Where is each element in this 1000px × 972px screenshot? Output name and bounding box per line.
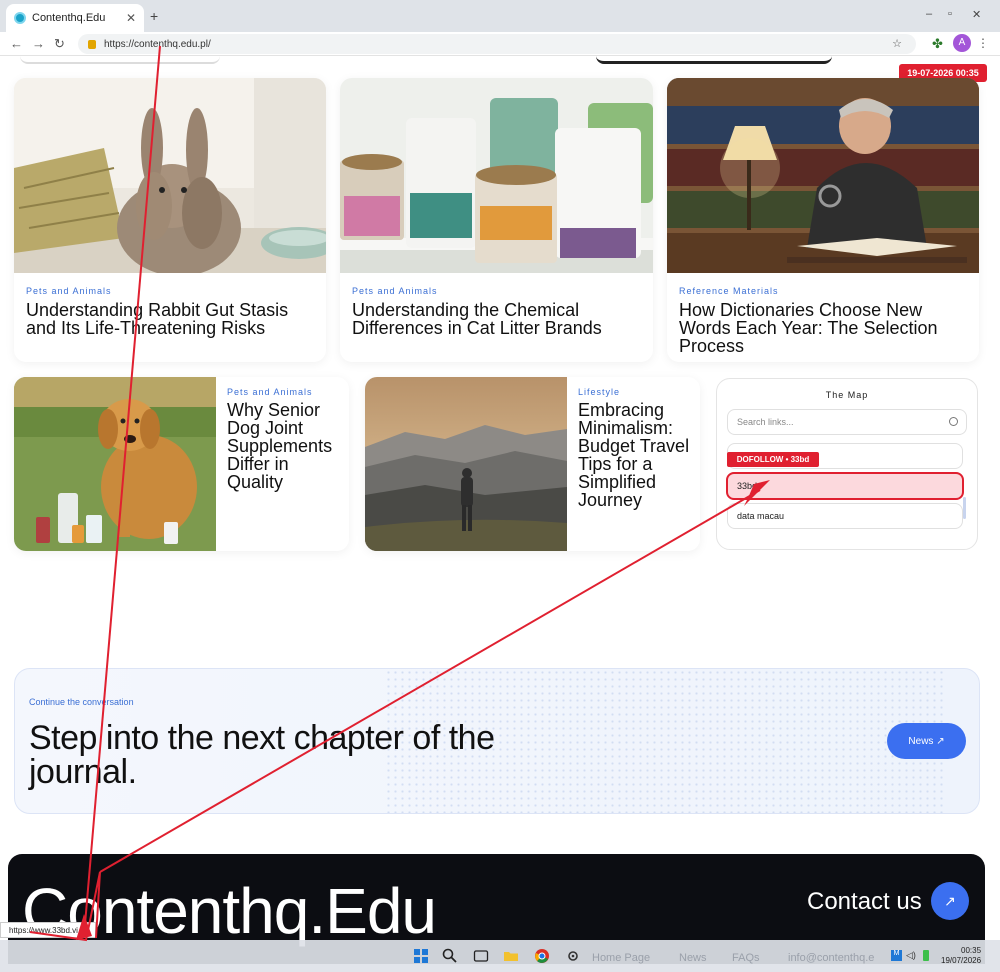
- card-text: Pets and Animals Why Senior Dog Joint Su…: [227, 387, 339, 491]
- browser-tab-bar: Contenthq.Edu ✕ + – ▫ ✕: [0, 0, 1000, 32]
- contact-arrow-icon[interactable]: ↗: [931, 882, 969, 920]
- cta-kicker: Continue the conversation: [29, 697, 134, 707]
- card-text: Pets and Animals Understanding Rabbit Gu…: [26, 286, 314, 337]
- file-explorer-icon[interactable]: [503, 948, 519, 964]
- close-window-button[interactable]: ✕: [972, 8, 981, 21]
- search-icon[interactable]: [949, 417, 958, 426]
- contact-us-link[interactable]: Contact us: [807, 888, 922, 916]
- minimize-button[interactable]: –: [926, 8, 932, 20]
- golden-retriever-image: [14, 377, 216, 551]
- url-bar[interactable]: https://contenthq.edu.pl/ ☆: [78, 34, 916, 54]
- card-category[interactable]: Pets and Animals: [227, 387, 339, 397]
- previous-card-edge: [20, 56, 220, 64]
- lock-icon: [88, 39, 96, 49]
- card-category[interactable]: Pets and Animals: [26, 286, 314, 296]
- card-text: Pets and Animals Understanding the Chemi…: [352, 286, 641, 337]
- rabbit-image: [14, 78, 326, 273]
- bookmark-star-icon[interactable]: ☆: [892, 37, 902, 50]
- map-search-input[interactable]: Search links...: [727, 409, 967, 435]
- cta-section: Continue the conversation Step into the …: [14, 668, 980, 814]
- footer-nav-faqs[interactable]: FAQs: [732, 952, 760, 964]
- article-card-rabbit[interactable]: Pets and Animals Understanding Rabbit Gu…: [14, 78, 326, 362]
- system-clock[interactable]: 00:35 19/07/2026: [941, 946, 981, 966]
- mountain-hiker-image: [365, 377, 567, 551]
- library-reading-image: [667, 78, 979, 273]
- extension-puzzle-icon[interactable]: ✤: [932, 36, 943, 52]
- url-text: https://contenthq.edu.pl/: [104, 38, 211, 50]
- clock-time: 00:35: [961, 946, 982, 955]
- site-favicon-icon: [14, 12, 26, 24]
- map-link-item[interactable]: data macau: [727, 503, 963, 529]
- card-category[interactable]: Lifestyle: [578, 387, 690, 397]
- forward-icon[interactable]: →: [32, 36, 45, 51]
- new-tab-button[interactable]: +: [150, 8, 158, 24]
- map-title: The Map: [825, 390, 869, 400]
- card-title[interactable]: Understanding Rabbit Gut Stasis and Its …: [26, 301, 314, 337]
- map-scrollbar[interactable]: [963, 497, 966, 519]
- tab-title: Contenthq.Edu: [32, 12, 106, 24]
- card-title[interactable]: Why Senior Dog Joint Supplements Differ …: [227, 401, 339, 491]
- dofollow-badge: DOFOLLOW • 33bd: [727, 452, 819, 467]
- cta-headline: Step into the next chapter of the journa…: [29, 719, 495, 791]
- card-category[interactable]: Pets and Animals: [352, 286, 641, 296]
- article-card-travel[interactable]: Lifestyle Embracing Minimalism: Budget T…: [365, 377, 700, 551]
- footer-nav-home[interactable]: Home Page: [592, 952, 650, 964]
- card-text: Reference Materials How Dictionaries Cho…: [679, 286, 967, 355]
- article-card-dictionaries[interactable]: Reference Materials How Dictionaries Cho…: [667, 78, 979, 362]
- footer-nav-email[interactable]: info@contenthq.e: [788, 952, 874, 964]
- chrome-icon[interactable]: [534, 948, 550, 964]
- profile-avatar[interactable]: A: [953, 34, 971, 52]
- card-title[interactable]: How Dictionaries Choose New Words Each Y…: [679, 301, 967, 355]
- link-status-url: https://www.33bd.vi: [0, 922, 96, 938]
- address-toolbar: ← → ↻ https://contenthq.edu.pl/ ☆: [0, 32, 1000, 56]
- news-button[interactable]: News ↗: [887, 723, 966, 759]
- close-tab-icon[interactable]: ✕: [126, 11, 136, 25]
- reload-icon[interactable]: ↻: [54, 36, 65, 52]
- search-placeholder: Search links...: [737, 417, 794, 427]
- task-view-icon[interactable]: [473, 948, 489, 964]
- browser-tab[interactable]: Contenthq.Edu ✕: [6, 4, 144, 32]
- menu-kebab-icon[interactable]: ⋮: [977, 36, 989, 50]
- card-category[interactable]: Reference Materials: [679, 286, 967, 296]
- previous-card-edge-dark: [596, 56, 832, 64]
- footer-nav-news[interactable]: News: [679, 952, 707, 964]
- article-card-dog[interactable]: Pets and Animals Why Senior Dog Joint Su…: [14, 377, 349, 551]
- article-card-cat-litter[interactable]: Pets and Animals Understanding the Chemi…: [340, 78, 653, 362]
- back-icon[interactable]: ←: [10, 36, 23, 51]
- card-title[interactable]: Embracing Minimalism: Budget Travel Tips…: [578, 401, 690, 509]
- card-text: Lifestyle Embracing Minimalism: Budget T…: [578, 387, 690, 509]
- map-link-item-highlighted[interactable]: 33bd: [726, 472, 964, 500]
- card-title[interactable]: Understanding the Chemical Differences i…: [352, 301, 641, 337]
- cat-litter-image: [340, 78, 653, 273]
- volume-icon[interactable]: ◁): [906, 950, 916, 961]
- search-icon[interactable]: [442, 948, 458, 964]
- clock-date: 19/07/2026: [941, 956, 982, 965]
- windows-start-icon[interactable]: [413, 948, 429, 964]
- maximize-button[interactable]: ▫: [948, 8, 952, 20]
- settings-gear-icon[interactable]: [565, 948, 581, 964]
- tray-app-icon[interactable]: M: [891, 950, 902, 961]
- battery-icon[interactable]: [923, 950, 929, 961]
